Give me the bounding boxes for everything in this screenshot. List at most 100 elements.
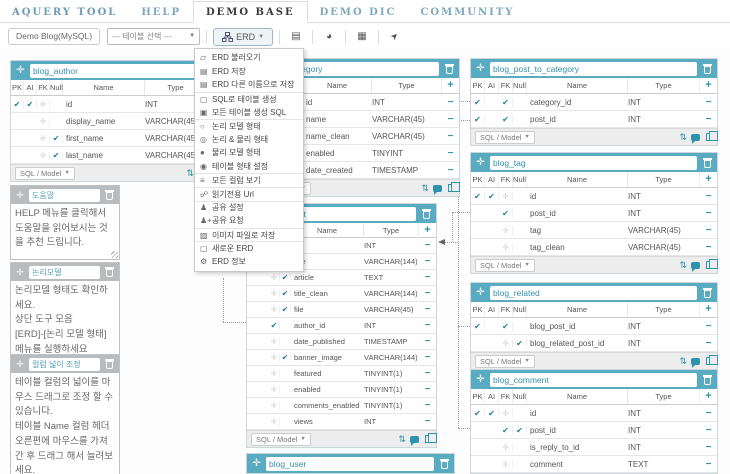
sql-model-button[interactable]: SQL / Model▼ [475,131,535,144]
remove-column-button[interactable]: − [700,114,717,125]
column-name[interactable]: post_id [527,426,628,435]
fk-flag[interactable]: ✛ [269,385,280,394]
fk-flag[interactable]: ✛ [269,289,280,298]
ai-flag[interactable]: ✔ [24,100,37,109]
menu-item[interactable]: ♟+ 공유 요청 [195,214,303,228]
trash-icon[interactable] [102,190,117,200]
pk-flag[interactable]: ✔ [11,100,24,109]
column-name[interactable]: last_name [63,151,145,160]
remove-column-button[interactable]: − [419,336,436,347]
remove-column-button[interactable]: − [419,400,436,411]
remove-column-button[interactable]: − [442,97,459,108]
nav-item-demo-dic[interactable]: DEMO DIC [308,2,409,22]
remove-column-button[interactable]: − [700,208,717,219]
fk-flag[interactable]: ✔ [499,322,513,331]
menu-item[interactable]: ▤ ERD 다른 이름으로 저장 [195,78,303,92]
remove-column-button[interactable]: − [442,165,459,176]
sort-icon[interactable]: ⇅ [421,183,429,194]
remove-column-button[interactable]: − [419,320,436,331]
column-type[interactable]: INT [364,417,419,426]
nav-item-help[interactable]: HELP [129,2,193,22]
remove-column-button[interactable]: − [442,148,459,159]
pointer-dart-icon[interactable]: ➤ [385,28,405,46]
table-name-input[interactable]: blog_post_to_category [490,62,697,76]
table-name-input[interactable]: blog_tag [490,156,697,170]
remove-column-button[interactable]: − [700,442,717,453]
move-icon[interactable]: ✛ [473,287,488,298]
column-type[interactable]: INT [628,322,700,331]
trash-icon[interactable] [102,267,117,277]
null-flag[interactable]: ✔ [513,426,527,435]
fk-flag[interactable]: ✛ [499,409,513,418]
column-name[interactable]: date_published [291,337,364,346]
comment-icon[interactable] [691,262,700,269]
fk-flag[interactable]: ✛ [269,369,280,378]
null-flag[interactable]: ✔ [50,134,63,143]
column-type[interactable]: VARCHAR(45) [628,226,700,235]
column-type[interactable]: INT [628,426,700,435]
remove-column-button[interactable]: − [700,425,717,436]
column-name[interactable]: is_reply_to_id [527,443,628,452]
sort-icon[interactable]: ⇅ [679,132,687,143]
column-type[interactable]: VARCHAR(144) [364,289,419,298]
move-icon[interactable]: ✛ [13,267,27,278]
null-flag[interactable]: ✔ [280,273,291,282]
menu-item[interactable]: ○ 논리 모델 형태 [195,119,303,133]
fk-flag[interactable]: ✛ [269,337,280,346]
copy-table-icon[interactable] [706,133,713,141]
remove-column-button[interactable]: − [700,97,717,108]
column-type[interactable]: INT [628,409,700,418]
null-flag[interactable]: ✔ [513,339,527,348]
menu-item[interactable]: ≡ 모든 컬럼 보기 [195,173,303,187]
table-name-input[interactable]: blog_user [266,457,434,471]
column-name[interactable]: name [303,115,372,124]
column-type[interactable]: INT [364,241,419,250]
table-name-input[interactable]: blog_author [30,64,204,78]
remove-column-button[interactable]: − [700,191,717,202]
column-type[interactable]: TIMESTAMP [372,166,442,175]
comment-icon[interactable] [433,185,442,192]
column-type[interactable]: INT [364,321,419,330]
null-flag[interactable]: ✔ [50,151,63,160]
column-type[interactable]: INT [628,192,700,201]
fk-flag[interactable]: ✛ [499,460,513,469]
resize-handle[interactable] [111,251,118,258]
column-name[interactable]: enabled [291,385,364,394]
add-column-button[interactable]: + [419,223,436,238]
column-type[interactable]: TINYINT(1) [364,401,419,410]
copy-table-icon[interactable] [706,261,713,269]
move-icon[interactable]: ✛ [13,359,27,370]
pk-flag[interactable]: ✔ [471,98,485,107]
memo-body[interactable]: HELP 메뉴를 클릭해서 도움말을 읽어보시는 것을 추천 드립니다. [11,204,119,259]
nav-brand[interactable]: AQUERY TOOL [0,2,129,22]
trash-icon[interactable] [441,64,457,74]
remove-column-button[interactable]: − [419,288,436,299]
pk-flag[interactable]: ✔ [471,192,485,201]
fk-flag[interactable]: ✔ [499,115,513,124]
move-icon[interactable]: ✛ [473,63,488,74]
pk-flag[interactable]: ✔ [471,322,485,331]
column-name[interactable]: id [527,192,628,201]
remove-column-button[interactable]: − [419,256,436,267]
column-name[interactable]: post_id [527,209,628,218]
memo-title-input[interactable]: 논리모델 [29,266,100,279]
column-name[interactable]: author_id [291,321,364,330]
sql-model-button[interactable]: SQL / Model▼ [251,433,311,446]
sql-model-button[interactable]: SQL / Model▼ [475,355,535,368]
remove-column-button[interactable]: − [442,114,459,125]
comment-icon[interactable] [691,358,700,365]
fk-flag[interactable]: ✛ [37,100,50,109]
trash-icon[interactable] [699,64,715,74]
add-column-button[interactable]: + [442,78,459,93]
remove-column-button[interactable]: − [700,408,717,419]
move-icon[interactable]: ✛ [13,190,27,201]
fk-flag[interactable]: ✛ [37,134,50,143]
column-type[interactable]: VARCHAR(45) [364,305,419,314]
remove-column-button[interactable]: − [419,352,436,363]
column-type[interactable]: INT [628,115,700,124]
fk-flag[interactable]: ✔ [269,321,280,330]
null-flag[interactable]: ✔ [280,353,291,362]
column-name[interactable]: id [527,409,628,418]
comment-icon[interactable] [410,436,419,443]
trash-icon[interactable] [436,459,452,469]
